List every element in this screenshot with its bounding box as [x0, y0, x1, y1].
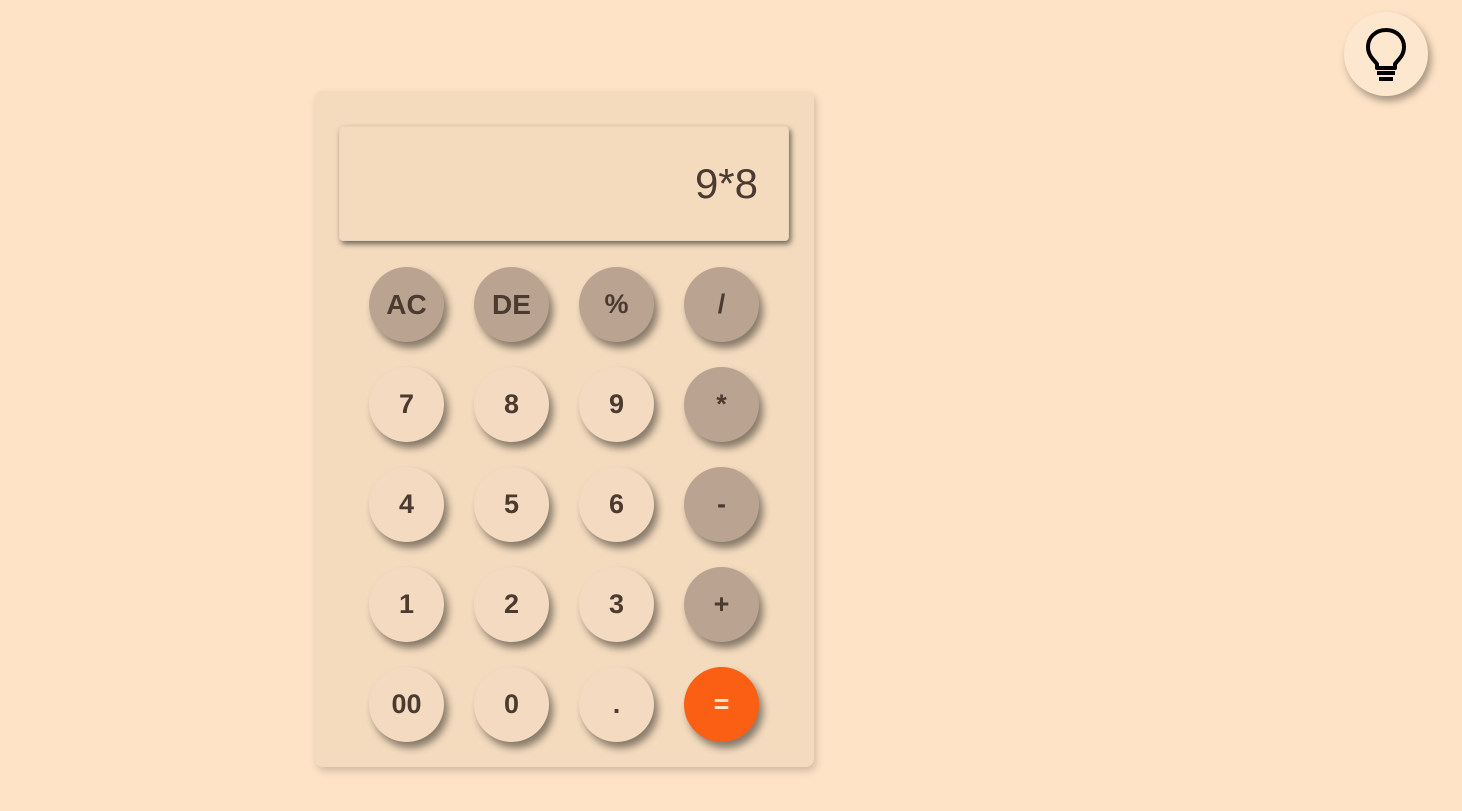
keypad: AC DE%/7 8 9 * 4 5 6-1 2 3 +00 0. =: [369, 267, 759, 742]
theme-toggle-button[interactable]: [1344, 12, 1428, 96]
digit-2-button[interactable]: 2: [474, 567, 549, 642]
add-button[interactable]: +: [684, 567, 759, 642]
double-zero-button[interactable]: 00: [369, 667, 444, 742]
digit-1-button[interactable]: 1: [369, 567, 444, 642]
subtract-button[interactable]: -: [684, 467, 759, 542]
decimal-point-button[interactable]: .: [579, 667, 654, 742]
clear-all-button[interactable]: AC: [369, 267, 444, 342]
digit-4-button[interactable]: 4: [369, 467, 444, 542]
lightbulb-icon: [1366, 28, 1406, 81]
digit-6-button[interactable]: 6: [579, 467, 654, 542]
multiply-button[interactable]: *: [684, 367, 759, 442]
percent-button[interactable]: %: [579, 267, 654, 342]
calculator-display: 9*8: [339, 126, 789, 241]
calculator: 9*8 AC DE%/7 8 9 * 4 5 6-1 2 3 +00 0. =: [315, 91, 814, 767]
delete-button[interactable]: DE: [474, 267, 549, 342]
digit-8-button[interactable]: 8: [474, 367, 549, 442]
digit-0-button[interactable]: 0: [474, 667, 549, 742]
divide-button[interactable]: /: [684, 267, 759, 342]
equals-button[interactable]: =: [684, 667, 759, 742]
display-expression: 9*8: [694, 159, 758, 207]
digit-7-button[interactable]: 7: [369, 367, 444, 442]
digit-3-button[interactable]: 3: [579, 567, 654, 642]
digit-9-button[interactable]: 9: [579, 367, 654, 442]
digit-5-button[interactable]: 5: [474, 467, 549, 542]
